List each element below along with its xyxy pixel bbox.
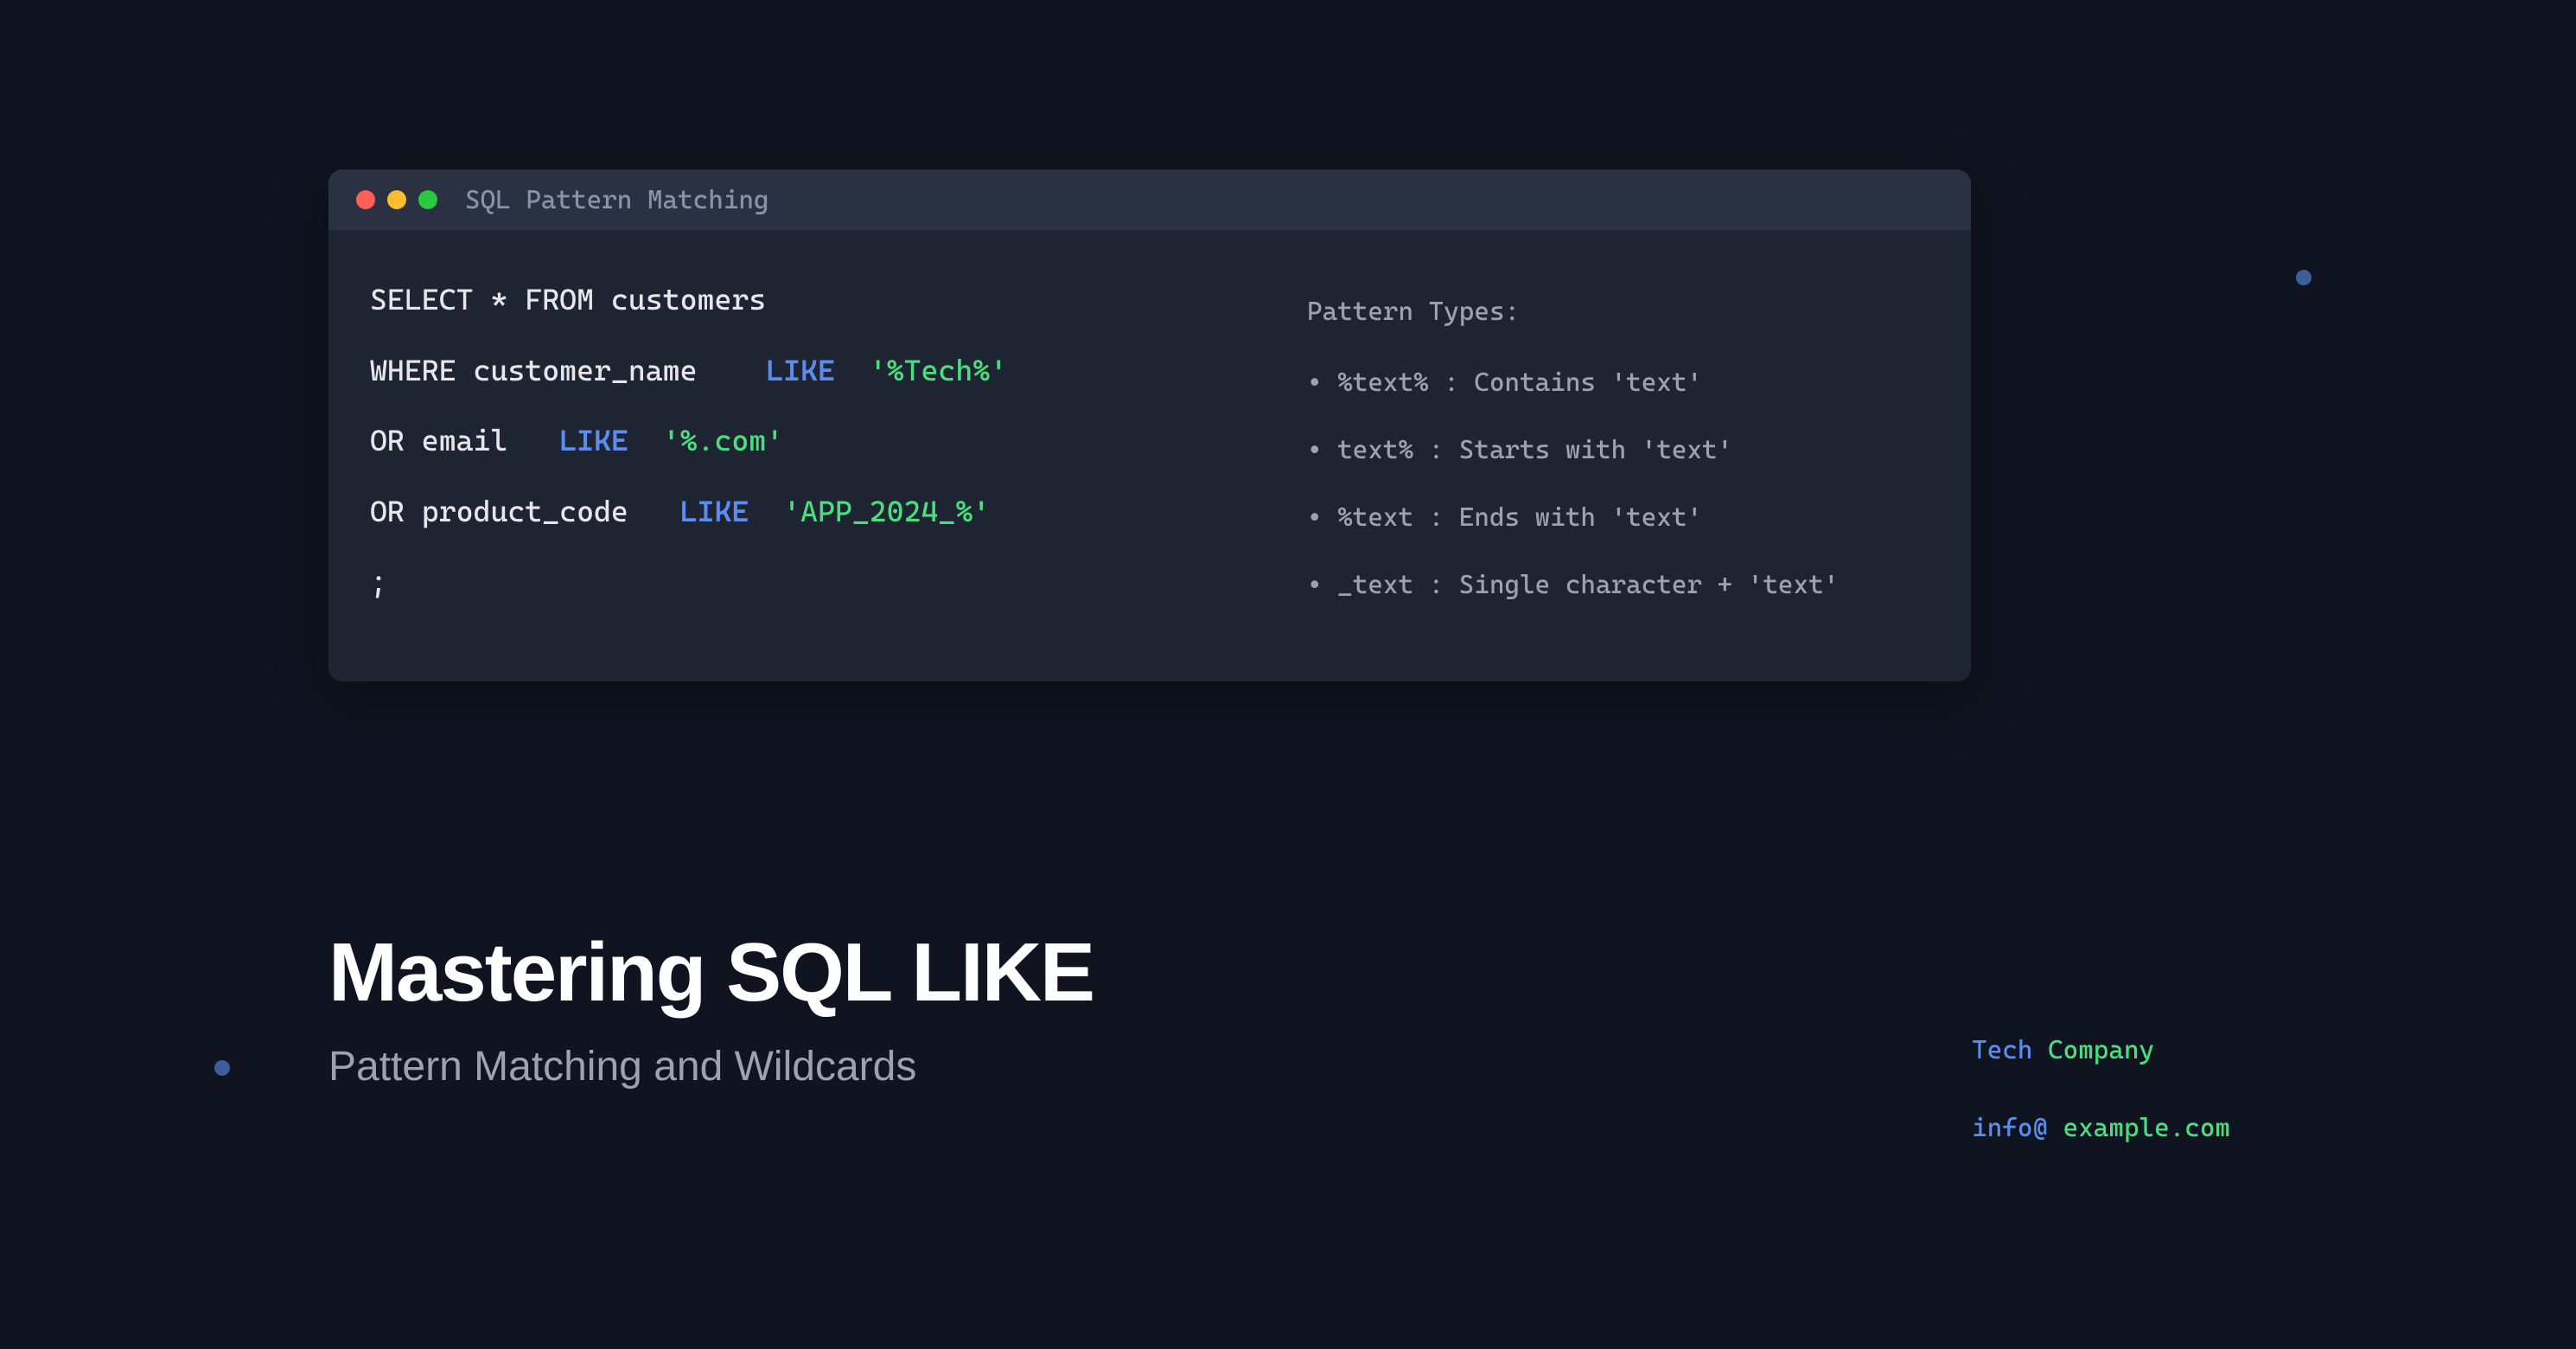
like-keyword: LIKE	[559, 423, 628, 457]
window-header: SQL Pattern Matching	[328, 169, 1971, 230]
pattern-item: • text% : Starts with 'text'	[1307, 417, 1929, 484]
pattern-item: • _text : Single character + 'text'	[1307, 552, 1929, 619]
example-line-2: info@ example.com	[1972, 1090, 2230, 1167]
code-line-5: ;	[370, 547, 1255, 617]
string-literal: '%Tech%'	[835, 353, 1007, 387]
patterns-title: Pattern Types:	[1307, 278, 1929, 346]
decorative-dot	[214, 1060, 230, 1076]
like-keyword: LIKE	[766, 353, 835, 387]
pattern-item: • %text : Ends with 'text'	[1307, 484, 1929, 552]
pattern-item: • %text% : Contains 'text'	[1307, 349, 1929, 417]
code-line-2: WHERE customer_name LIKE '%Tech%'	[370, 336, 1255, 406]
close-icon	[356, 190, 375, 209]
page-subtitle: Pattern Matching and Wildcards	[328, 1043, 916, 1090]
code-line-4: OR product_code LIKE 'APP_2024_%'	[370, 476, 1255, 547]
match-text: Tech	[1972, 1035, 2032, 1065]
rest-text: Company	[2032, 1035, 2154, 1065]
string-literal: 'APP_2024_%'	[749, 494, 990, 528]
example-line-1: Tech Company	[1972, 1012, 2230, 1090]
patterns-section: Pattern Types: • %text% : Contains 'text…	[1307, 265, 1929, 619]
code-line-3: OR email LIKE '%.com'	[370, 406, 1255, 476]
string-literal: '%.com'	[628, 423, 783, 457]
code-window: SQL Pattern Matching SELECT * FROM custo…	[328, 169, 1971, 681]
code-line-1: SELECT * FROM customers	[370, 265, 1255, 336]
like-keyword: LIKE	[680, 494, 749, 528]
match-text: info@	[1972, 1113, 2048, 1143]
code-section: SELECT * FROM customers WHERE customer_n…	[370, 265, 1255, 619]
page-title: Mastering SQL LIKE	[328, 925, 1094, 1020]
maximize-icon	[418, 190, 437, 209]
window-body: SELECT * FROM customers WHERE customer_n…	[328, 230, 1971, 681]
example-block: Tech Company info@ example.com	[1972, 1012, 2230, 1167]
window-title: SQL Pattern Matching	[465, 185, 769, 215]
decorative-dot	[2296, 270, 2311, 285]
minimize-icon	[387, 190, 406, 209]
rest-text: example.com	[2048, 1113, 2230, 1143]
